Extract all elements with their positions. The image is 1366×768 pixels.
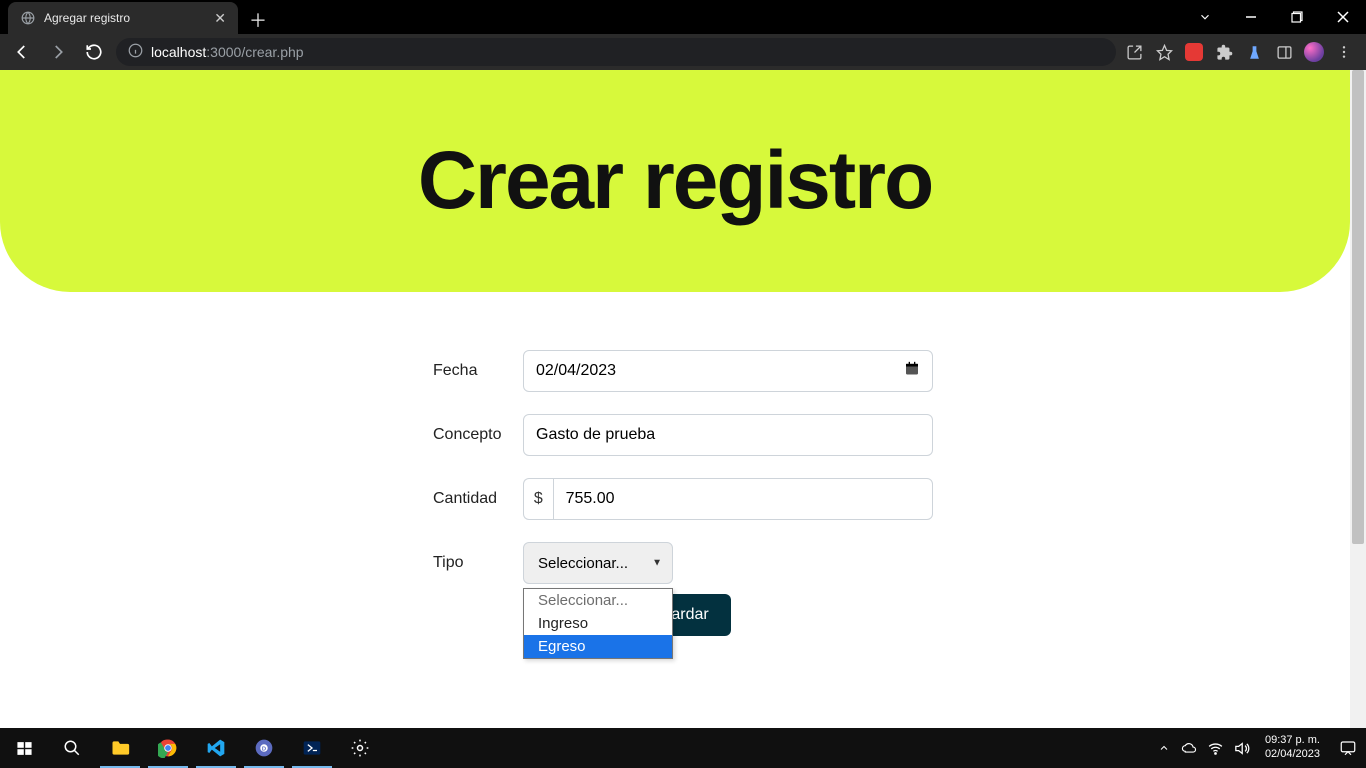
taskbar-time: 09:37 p. m.	[1265, 734, 1320, 748]
taskbar-clock[interactable]: 09:37 p. m. 02/04/2023	[1259, 734, 1326, 762]
input-concepto[interactable]: Gasto de prueba	[523, 414, 933, 456]
new-tab-button[interactable]: ＋	[244, 6, 272, 34]
start-button[interactable]	[0, 728, 48, 768]
tipo-option-ingreso[interactable]: Ingreso	[524, 612, 672, 635]
notification-center-icon[interactable]	[1334, 728, 1362, 768]
toolbar-right	[1124, 42, 1358, 62]
create-record-form: Fecha 02/04/2023 Concepto Gasto de prueb…	[433, 350, 933, 636]
form-row-concepto: Concepto Gasto de prueba	[433, 414, 933, 456]
tipo-option-egreso[interactable]: Egreso	[524, 635, 672, 658]
profile-avatar-icon[interactable]	[1304, 42, 1324, 62]
calendar-icon[interactable]	[904, 361, 920, 382]
tray-onedrive-icon[interactable]	[1181, 739, 1199, 757]
page-header: Crear registro	[0, 70, 1350, 292]
select-tipo-value: Seleccionar...	[538, 555, 628, 572]
reload-button[interactable]	[80, 38, 108, 66]
chevron-down-icon: ▼	[652, 558, 662, 569]
extensions-puzzle-icon[interactable]	[1214, 42, 1234, 62]
extension-icon-1[interactable]	[1184, 42, 1204, 62]
windows-taskbar: D 09:37 p. m. 02/04/2023	[0, 728, 1366, 768]
back-button[interactable]	[8, 38, 36, 66]
address-bar[interactable]: localhost:3000/crear.php	[116, 38, 1116, 66]
input-concepto-value: Gasto de prueba	[536, 426, 655, 444]
taskbar-app-powershell[interactable]	[288, 728, 336, 768]
input-fecha[interactable]: 02/04/2023	[523, 350, 933, 392]
side-panel-icon[interactable]	[1274, 42, 1294, 62]
form-row-cantidad: Cantidad $ 755.00	[433, 478, 933, 520]
form-row-fecha: Fecha 02/04/2023	[433, 350, 933, 392]
label-concepto: Concepto	[433, 426, 523, 444]
input-fecha-value: 02/04/2023	[536, 362, 616, 380]
search-button[interactable]	[48, 728, 96, 768]
taskbar-app-settings[interactable]	[336, 728, 384, 768]
taskbar-app-chrome-dev[interactable]: D	[240, 728, 288, 768]
window-controls	[1182, 0, 1366, 34]
label-tipo: Tipo	[433, 554, 523, 572]
browser-titlebar: Agregar registro ✕ ＋	[0, 0, 1366, 34]
close-icon[interactable]: ✕	[214, 11, 226, 25]
tray-chevron-up-icon[interactable]	[1155, 739, 1173, 757]
browser-toolbar: localhost:3000/crear.php	[0, 34, 1366, 70]
select-tipo-dropdown: Seleccionar... Ingreso Egreso	[523, 588, 673, 659]
select-tipo[interactable]: Seleccionar... ▼	[523, 542, 673, 584]
forward-button[interactable]	[44, 38, 72, 66]
label-cantidad: Cantidad	[433, 490, 523, 508]
currency-addon: $	[523, 478, 553, 520]
share-icon[interactable]	[1124, 42, 1144, 62]
form-row-tipo: Tipo Seleccionar... ▼ Seleccionar... Ing…	[433, 542, 933, 584]
bookmark-star-icon[interactable]	[1154, 42, 1174, 62]
extension-icon-2[interactable]	[1244, 42, 1264, 62]
taskbar-app-vscode[interactable]	[192, 728, 240, 768]
taskbar-app-chrome[interactable]	[144, 728, 192, 768]
tab-strip: Agregar registro ✕ ＋	[0, 0, 272, 34]
globe-icon	[20, 10, 36, 26]
tray-wifi-icon[interactable]	[1207, 739, 1225, 757]
vertical-scrollbar[interactable]	[1350, 70, 1366, 728]
tab-title: Agregar registro	[44, 11, 206, 25]
url-text: localhost:3000/crear.php	[151, 44, 304, 60]
page-viewport: Crear registro Fecha 02/04/2023 Concepto…	[0, 70, 1366, 728]
scrollbar-thumb[interactable]	[1352, 70, 1364, 544]
tipo-option-placeholder[interactable]: Seleccionar...	[524, 589, 672, 612]
taskbar-app-file-explorer[interactable]	[96, 728, 144, 768]
label-fecha: Fecha	[433, 362, 523, 380]
input-cantidad[interactable]: 755.00	[553, 478, 933, 520]
kebab-menu-icon[interactable]	[1334, 42, 1354, 62]
tray-volume-icon[interactable]	[1233, 739, 1251, 757]
taskbar-date: 02/04/2023	[1265, 748, 1320, 762]
close-window-button[interactable]	[1320, 0, 1366, 34]
taskbar-left: D	[0, 728, 384, 768]
window-dropdown-button[interactable]	[1182, 0, 1228, 34]
taskbar-right: 09:37 p. m. 02/04/2023	[1155, 728, 1366, 768]
info-icon	[128, 43, 143, 61]
page-title: Crear registro	[418, 134, 932, 228]
input-cantidad-value: 755.00	[566, 490, 615, 508]
maximize-button[interactable]	[1274, 0, 1320, 34]
browser-tab-active[interactable]: Agregar registro ✕	[8, 2, 238, 34]
svg-text:D: D	[262, 747, 266, 753]
minimize-button[interactable]	[1228, 0, 1274, 34]
